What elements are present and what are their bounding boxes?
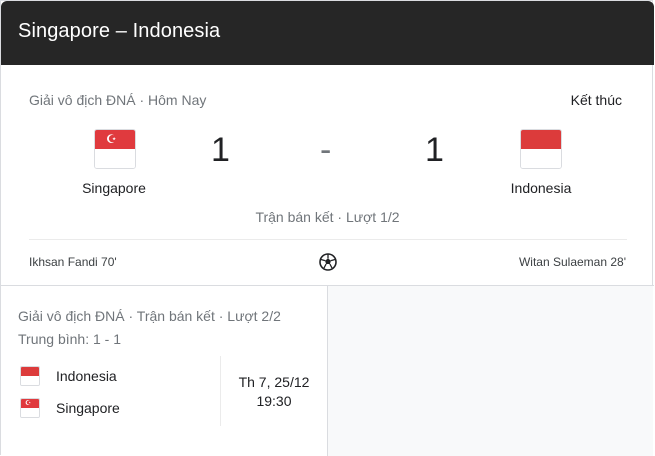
round-label: Trận bán kết · Lượt 1/2	[255, 209, 400, 225]
away-team-name[interactable]: Indonesia	[481, 180, 601, 196]
home-scorer: Ikhsan Fandi 70'	[29, 255, 117, 269]
match-card: Singapore – Indonesia Giải vô địch ĐNÁ ·…	[0, 0, 654, 456]
match-time: 19:30	[256, 393, 292, 409]
next-team-2[interactable]: Singapore	[56, 400, 120, 416]
match-date: Th 7, 25/12	[238, 374, 310, 390]
home-score: 1	[211, 131, 230, 169]
indonesia-flag-icon	[520, 129, 562, 169]
next-match-competition[interactable]: Giải vô địch ĐNÁ · Trận bán kết · Lượt 2…	[18, 308, 281, 324]
away-score: 1	[425, 131, 444, 169]
divider	[29, 239, 627, 240]
match-header: Singapore – Indonesia	[1, 1, 654, 65]
competition-label[interactable]: Giải vô địch ĐNÁ · Hôm Nay	[29, 92, 206, 108]
aggregate-score: Trung bình: 1 - 1	[18, 331, 121, 347]
next-team-1[interactable]: Indonesia	[56, 368, 117, 384]
indonesia-flag-icon	[20, 366, 40, 386]
singapore-flag-icon: ☪	[94, 129, 136, 169]
away-scorer: Witan Sulaeman 28'	[518, 255, 626, 269]
singapore-flag-icon: ☪	[20, 398, 40, 418]
home-team-name[interactable]: Singapore	[54, 180, 174, 196]
crescent-icon: ☪	[25, 400, 32, 407]
score-separator: -	[320, 131, 332, 169]
empty-pane	[328, 286, 653, 456]
crescent-icon: ☪	[106, 132, 117, 146]
match-title: Singapore – Indonesia	[18, 20, 221, 42]
soccer-ball-icon	[319, 253, 337, 271]
match-status: Kết thúc	[570, 92, 622, 108]
